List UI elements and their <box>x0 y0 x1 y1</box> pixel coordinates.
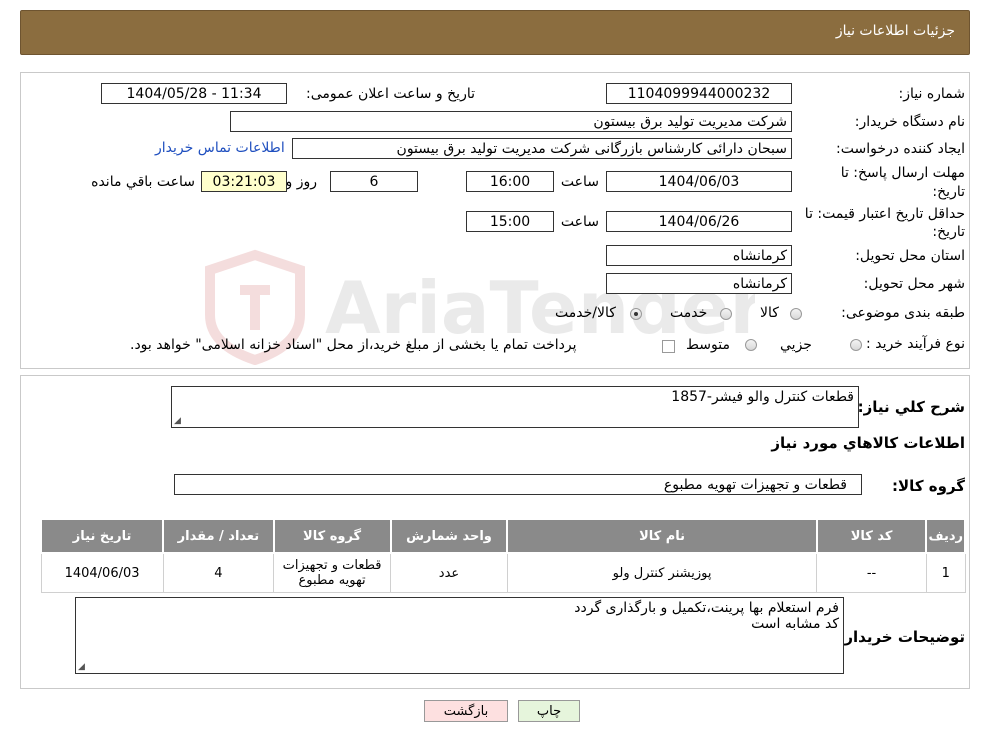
deadline-time-field: 16:00 <box>466 171 554 192</box>
category-goods-label: کالا <box>760 305 779 321</box>
buyer-notes-label: توضیحات خریدار: <box>838 628 965 646</box>
creator-field: سبحان دارائی کارشناس بازرگانی شرکت مدیری… <box>292 138 792 159</box>
cell-date: 1404/06/03 <box>40 552 164 593</box>
cell-unit: عدد <box>390 552 508 593</box>
process-radio-medium[interactable] <box>745 339 757 351</box>
goods-group-label: گروه کالا: <box>892 477 965 495</box>
cell-qty: 4 <box>162 552 275 593</box>
deadline-label-date: تاریخ: <box>932 184 965 200</box>
announce-label: تاریخ و ساعت اعلان عمومی: <box>306 86 475 102</box>
back-button[interactable]: بازگشت <box>424 700 508 722</box>
cell-row: 1 <box>925 552 966 593</box>
category-radio-goods[interactable] <box>790 308 802 320</box>
col-row: ردیف <box>925 518 966 554</box>
validity-label-date: تاریخ: <box>932 224 965 240</box>
process-note-checkbox[interactable] <box>662 340 675 353</box>
page-header: جزئیات اطلاعات نیاز <box>20 10 970 55</box>
need-number-field: 1104099944000232 <box>606 83 792 104</box>
col-group: گروه کالا <box>272 518 392 554</box>
creator-label: ایجاد کننده درخواست: <box>836 141 965 157</box>
cell-name: پوزیشنر کنترل ولو <box>506 552 818 593</box>
deadline-label: مهلت ارسال پاسخ: تا <box>840 165 965 181</box>
goods-group-field: قطعات و تجهیزات تهویه مطبوع <box>174 474 862 495</box>
print-button[interactable]: چاپ <box>518 700 580 722</box>
validity-time-field: 15:00 <box>466 211 554 232</box>
col-name: نام کالا <box>506 518 818 554</box>
buyer-notes-line-1: فرم استعلام بها پرینت،تکمیل و بارگذاری گ… <box>574 600 839 616</box>
buyer-org-field: شرکت مدیریت تولید برق بیستون <box>230 111 792 132</box>
province-label: استان محل تحویل: <box>855 248 965 264</box>
province-field: کرمانشاه <box>606 245 792 266</box>
days-field: 6 <box>330 171 418 192</box>
city-label: شهر محل تحویل: <box>863 276 965 292</box>
buyer-notes-line-2: کد مشابه است <box>751 616 839 632</box>
process-minor-label: جزیي <box>780 337 812 353</box>
col-qty: تعداد / مقدار <box>162 518 275 554</box>
days-label: روز و <box>285 174 318 190</box>
table-header-row: ردیف کد کالا نام کالا واحد شمارش گروه کا… <box>39 518 966 554</box>
buyer-notes-field: فرم استعلام بها پرینت،تکمیل و بارگذاری گ… <box>75 597 844 674</box>
page-title: جزئیات اطلاعات نیاز <box>835 23 955 39</box>
col-code: کد کالا <box>815 518 928 554</box>
col-unit: واحد شمارش <box>389 518 509 554</box>
items-table: ردیف کد کالا نام کالا واحد شمارش گروه کا… <box>39 518 966 593</box>
description-text: قطعات کنترل والو فیشر-1857 <box>671 389 854 405</box>
table-row: 1 -- پوزیشنر کنترل ولو عدد قطعات و تجهیز… <box>40 552 966 593</box>
process-radio-minor[interactable] <box>850 339 862 351</box>
col-date: تاریخ نیاز <box>39 518 165 554</box>
category-service-label: خدمت <box>670 305 708 321</box>
resize-grip-icon[interactable]: ◢ <box>78 662 85 672</box>
process-medium-label: متوسط <box>686 337 730 353</box>
buyer-org-label: نام دستگاه خریدار: <box>854 114 965 130</box>
need-number-label: شماره نیاز: <box>898 86 966 102</box>
deadline-date-field: 1404/06/03 <box>606 171 792 192</box>
validity-label: حداقل تاریخ اعتبار قیمت: تا <box>804 206 965 222</box>
validity-date-field: 1404/06/26 <box>606 211 792 232</box>
process-note: پرداخت تمام یا بخشی از مبلغ خرید،از محل … <box>130 337 577 353</box>
city-field: کرمانشاه <box>606 273 792 294</box>
validity-time-label: ساعت <box>560 214 599 230</box>
category-goods-service-label: کالا/خدمت <box>555 305 616 321</box>
category-label: طبقه بندی موضوعی: <box>841 305 965 321</box>
buyer-contact-link[interactable]: اطلاعات تماس خریدار <box>155 140 285 156</box>
resize-grip-icon[interactable]: ◢ <box>174 416 181 426</box>
remaining-time-field: 03:21:03 <box>201 171 287 192</box>
cell-group: قطعات و تجهیزات تهویه مطبوع <box>273 552 392 593</box>
deadline-time-label: ساعت <box>560 174 599 190</box>
process-label: نوع فرآیند خرید : <box>866 336 965 352</box>
description-label: شرح کلي نياز: <box>857 398 965 416</box>
cell-code: -- <box>816 552 927 593</box>
category-radio-goods-service[interactable] <box>630 308 642 320</box>
category-radio-service[interactable] <box>720 308 732 320</box>
remaining-label: ساعت باقي مانده <box>91 174 195 190</box>
goods-info-title: اطلاعات کالاهاي مورد نياز <box>771 434 965 452</box>
announce-field: 1404/05/28 - 11:34 <box>101 83 287 104</box>
description-field: قطعات کنترل والو فیشر-1857 ◢ <box>171 386 859 428</box>
